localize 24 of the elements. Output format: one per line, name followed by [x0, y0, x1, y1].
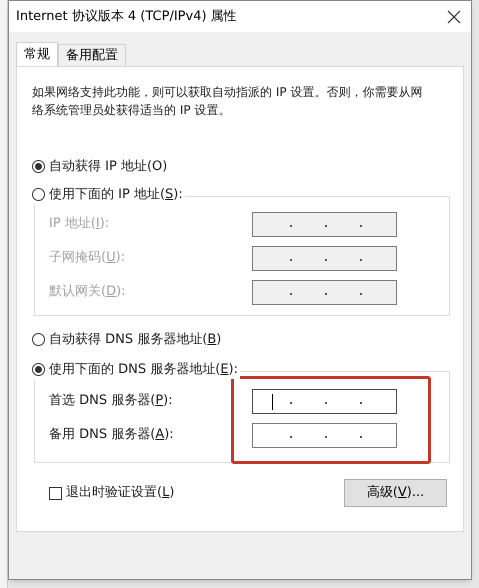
field-label: 默认网关(D):	[49, 283, 126, 302]
field-label: 首选 DNS 服务器(P):	[49, 392, 173, 410]
ip-address-field[interactable]	[252, 388, 397, 414]
tab[interactable]: 常规	[16, 42, 58, 66]
field-label: IP 地址(I):	[49, 215, 110, 234]
ip-address-field[interactable]	[252, 422, 397, 448]
radio-label: 自动获得 IP 地址(O)	[49, 158, 168, 176]
radio-label: 使用下面的 IP 地址(S):	[49, 186, 183, 204]
radio-button[interactable]	[32, 362, 45, 376]
checkbox[interactable]	[49, 486, 62, 500]
close-icon[interactable]	[447, 10, 461, 24]
radio-button[interactable]	[32, 160, 45, 174]
advanced-button[interactable]: 高级(V)...	[344, 479, 447, 507]
description-text: 如果网络支持此功能，则可以获取自动指派的 IP 设置。否则，你需要从网络系统管理员处获得适当的 IP 设置。	[32, 84, 424, 119]
field-label: 子网掩码(U):	[49, 249, 126, 268]
radio-label: 自动获得 DNS 服务器地址(B)	[49, 331, 222, 349]
checkbox-label: 退出时验证设置(L)	[66, 484, 174, 502]
window-title: Internet 协议版本 4 (TCP/IPv4) 属性	[16, 8, 237, 26]
field-label: 备用 DNS 服务器(A):	[49, 426, 174, 444]
radio-label: 使用下面的 DNS 服务器地址(E):	[49, 360, 238, 378]
radio-button[interactable]	[32, 188, 45, 201]
text-cursor	[272, 394, 273, 410]
tab[interactable]: 备用配置	[58, 44, 126, 66]
radio-button[interactable]	[32, 333, 45, 346]
